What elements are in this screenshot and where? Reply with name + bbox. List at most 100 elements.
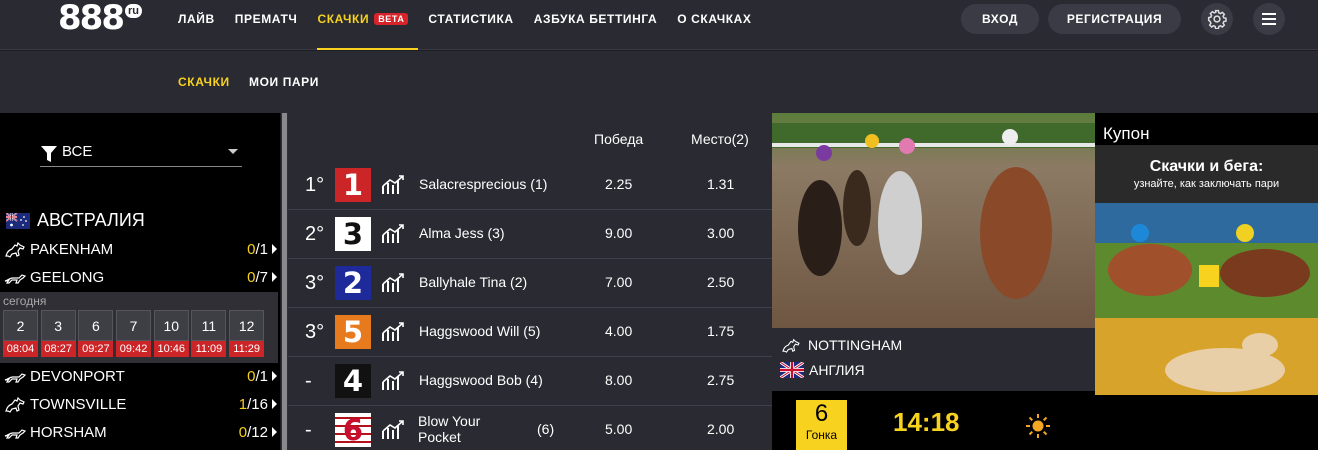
form-chart-button[interactable]: [381, 272, 405, 299]
column-header-win: Победа: [594, 131, 644, 147]
gear-icon: [1207, 9, 1227, 29]
form-chart-icon: [382, 273, 404, 292]
settings-button[interactable]: [1201, 3, 1233, 35]
login-button[interactable]: ВХОД: [961, 4, 1039, 34]
win-odds[interactable]: 8.00: [605, 372, 632, 388]
country-name: АВСТРАЛИЯ: [37, 210, 145, 230]
race-number: 10: [153, 310, 189, 341]
race-number: 3: [40, 310, 76, 341]
track-item-geelong[interactable]: GEELONG 0/7: [4, 264, 278, 290]
track-item-pakenham[interactable]: PAKENHAM 0/1: [4, 236, 278, 262]
track-item-horsham[interactable]: HORSHAM 0/12: [4, 419, 278, 445]
race-button[interactable]: 12 11:29: [229, 310, 265, 357]
promo-banner[interactable]: Скачки и бега: узнайте, как заключать па…: [1095, 145, 1318, 395]
race-time: 08:27: [40, 341, 76, 357]
race-number: 7: [116, 310, 152, 341]
win-odds[interactable]: 9.00: [605, 225, 632, 241]
race-button[interactable]: 11 11:09: [191, 310, 227, 357]
runner-name: Blow Your Pocket: [418, 413, 481, 445]
win-odds[interactable]: 4.00: [605, 323, 632, 339]
win-odds[interactable]: 2.25: [605, 176, 632, 192]
logo-digits: 888: [58, 0, 125, 38]
runner-row: 1° 1 Salacresprecious (1) 2.25 1.31: [288, 161, 772, 210]
nav-live[interactable]: ЛАЙВ: [178, 0, 225, 50]
register-button[interactable]: РЕГИСТРАЦИЯ: [1048, 4, 1181, 34]
track-item-devonport[interactable]: DEVONPORT 0/1: [4, 363, 278, 389]
horse-icon: [782, 338, 800, 353]
finish-position: 3°: [305, 321, 325, 343]
race-button[interactable]: 2 08:04: [3, 310, 38, 357]
finish-position: -: [305, 370, 312, 392]
subnav-my-bets[interactable]: МОИ ПАРИ: [249, 75, 319, 89]
chevron-right-icon: [272, 399, 277, 409]
track-item-townsville[interactable]: TOWNSVILLE 1/16: [4, 391, 278, 417]
runner-name: Ballyhale Tina (2): [419, 274, 528, 290]
country-header: АВСТРАЛИЯ: [6, 210, 145, 231]
venue-track-name: NOTTINGHAM: [808, 337, 903, 353]
venue-country-row: АНГЛИЯ: [780, 362, 865, 378]
place-odds[interactable]: 2.75: [707, 372, 734, 388]
races-total: /1: [255, 367, 268, 385]
race-button[interactable]: 3 08:27: [40, 310, 76, 357]
beta-badge: BETA: [374, 13, 409, 25]
form-chart-button[interactable]: [381, 223, 405, 250]
sub-nav: СКАЧКИ МОИ ПАРИ: [0, 51, 1318, 113]
nav-prematch[interactable]: ПРЕМАТЧ: [225, 0, 308, 50]
place-odds[interactable]: 3.00: [707, 225, 734, 241]
nav-statistics[interactable]: СТАТИСТИКА: [418, 0, 523, 50]
sidebar-scrollbar[interactable]: [281, 113, 288, 450]
place-odds[interactable]: 1.75: [707, 323, 734, 339]
horse-race-image: [772, 113, 1095, 328]
saddle-cloth: 4: [335, 364, 371, 398]
win-odds[interactable]: 5.00: [605, 421, 632, 437]
race-number: 6: [78, 310, 114, 341]
win-odds[interactable]: 7.00: [605, 274, 632, 290]
form-chart-button[interactable]: [381, 321, 405, 348]
subnav-races[interactable]: СКАЧКИ: [178, 75, 230, 89]
race-button[interactable]: 6 09:27: [78, 310, 114, 357]
nav-horse-racing-label: СКАЧКИ: [317, 12, 370, 26]
race-count: 0/12: [239, 424, 268, 441]
race-number: 12: [229, 310, 265, 341]
finish-position: -: [305, 419, 312, 441]
race-info-panel: 6 Гонка 14:18: [772, 391, 1095, 450]
race-photo: [772, 113, 1095, 328]
scrollbar-thumb[interactable]: [282, 113, 287, 450]
form-chart-icon: [382, 224, 404, 243]
saddle-cloth: 1: [335, 168, 371, 202]
runner-name: Alma Jess (3): [419, 225, 505, 241]
place-odds[interactable]: 2.50: [707, 274, 734, 290]
race-button[interactable]: 10 10:46: [153, 310, 189, 357]
banner-subtitle: узнайте, как заключать пари: [1133, 178, 1280, 190]
nav-betting-abc[interactable]: АЗБУКА БЕТТИНГА: [524, 0, 668, 50]
nav-horse-racing[interactable]: СКАЧКИ BETA: [307, 0, 419, 50]
form-chart-button[interactable]: [381, 419, 405, 446]
form-chart-button[interactable]: [381, 370, 405, 397]
menu-button[interactable]: [1253, 3, 1285, 35]
runner-row: - 6 Blow Your Pocket (6) 5.00 2.00: [288, 406, 772, 450]
track-name: TOWNSVILLE: [30, 395, 127, 413]
runner-name: Salacresprecious (1): [419, 176, 548, 192]
nav-about-racing[interactable]: О СКАЧКАХ: [667, 0, 761, 50]
race-results-table: Победа Место(2) 1° 1 Salacresprecious (1) 2…: [288, 113, 772, 450]
brand-logo[interactable]: 888 ru: [58, 0, 142, 36]
uk-flag-icon: [780, 362, 804, 378]
chevron-right-icon: [272, 371, 277, 381]
place-odds[interactable]: 2.00: [707, 421, 734, 437]
races-total: /16: [247, 395, 268, 413]
nav-statistics-label: СТАТИСТИКА: [428, 12, 514, 26]
chevron-right-icon: [272, 272, 277, 282]
race-count: 1/16: [239, 396, 268, 413]
venue-track-row: NOTTINGHAM: [780, 337, 902, 353]
coupon-title: Купон: [1103, 124, 1150, 143]
runner-row: - 4 Haggswood Bob (4) 8.00 2.75: [288, 357, 772, 406]
form-chart-icon: [382, 420, 404, 439]
place-odds[interactable]: 1.31: [707, 176, 734, 192]
form-chart-button[interactable]: [381, 174, 405, 201]
races-total: /7: [255, 268, 268, 286]
race-button[interactable]: 7 09:42: [116, 310, 152, 357]
saddle-cloth: 6: [335, 413, 371, 447]
logo-suffix: ru: [124, 4, 142, 18]
meetings-sidebar: ВСЕ АВСТРАЛИЯ PAKENHAM 0/1 GEELONG 0/7 с…: [0, 113, 280, 450]
region-filter-select[interactable]: ВСЕ: [40, 141, 242, 167]
